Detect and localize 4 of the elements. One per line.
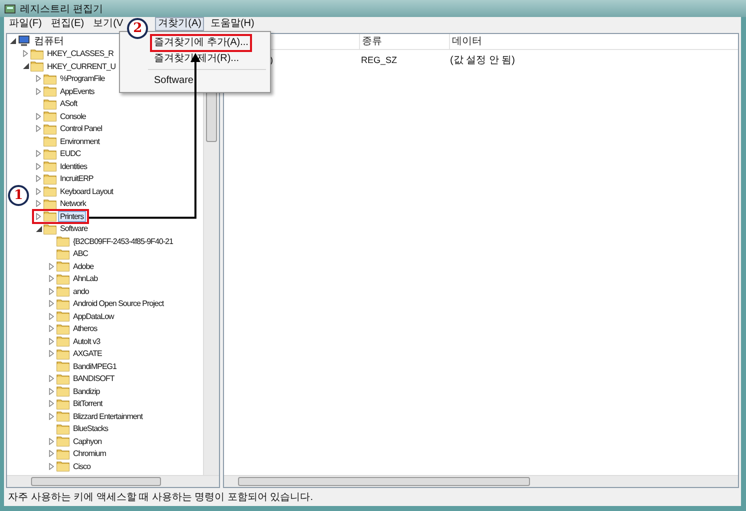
value-data: (값 설정 안 됨) — [449, 54, 516, 66]
window-title: 레지스트리 편집기 — [20, 2, 103, 16]
status-text: 자주 사용하는 키에 액세스할 때 사용하는 명령이 포함되어 있습니다. — [8, 491, 314, 504]
value-type: REG_SZ — [360, 54, 398, 64]
